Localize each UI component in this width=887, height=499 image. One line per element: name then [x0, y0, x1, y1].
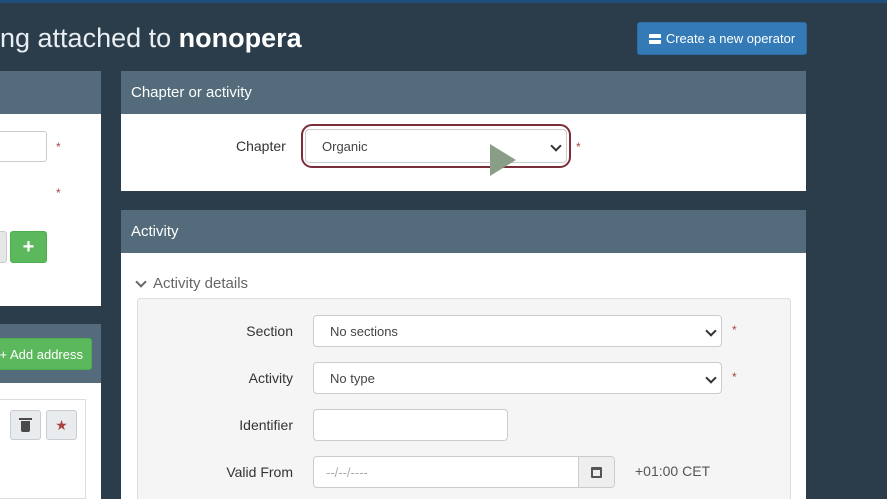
left-panel-header	[0, 71, 101, 114]
valid-from-date-input[interactable]: --/--/----	[313, 456, 615, 488]
favorite-address-button[interactable]: ★	[46, 410, 77, 440]
left-panel-input[interactable]	[0, 131, 47, 162]
chapter-panel-header: Chapter or activity	[121, 71, 806, 114]
activity-panel-header: Activity	[121, 210, 806, 253]
activity-details-toggle[interactable]: Activity details	[135, 275, 249, 292]
identifier-input[interactable]	[313, 409, 508, 441]
activity-panel-title: Activity	[131, 223, 179, 240]
chapter-select[interactable]: Organic	[305, 129, 567, 163]
delete-address-button[interactable]	[10, 410, 41, 440]
chevron-down-icon	[705, 325, 717, 337]
activity-select-value: No type	[330, 370, 375, 386]
chevron-down-icon	[135, 275, 147, 288]
left-panel-gray-button[interactable]	[0, 231, 7, 263]
create-operator-button[interactable]: Create a new operator	[637, 22, 807, 55]
calendar-button[interactable]	[578, 457, 614, 487]
section-select[interactable]: No sections	[313, 315, 722, 347]
top-accent-bar	[0, 0, 887, 3]
star-icon: ★	[55, 417, 68, 433]
calendar-icon	[591, 466, 602, 478]
activity-type-select[interactable]: No type	[313, 362, 722, 394]
valid-from-placeholder: --/--/----	[326, 464, 368, 480]
timezone-label: +01:00 CET	[635, 463, 711, 479]
chevron-down-icon	[705, 372, 717, 384]
page-title: ng attached to nonopera	[0, 23, 302, 53]
required-mark: *	[56, 140, 61, 154]
add-address-button[interactable]: + Add address	[0, 338, 92, 370]
section-select-value: No sections	[330, 323, 398, 339]
create-operator-label: Create a new operator	[665, 31, 796, 46]
add-item-button[interactable]: +	[10, 231, 47, 263]
operator-name: nonopera	[178, 23, 302, 53]
required-mark: *	[732, 323, 737, 337]
trash-icon	[19, 417, 32, 432]
chapter-panel-title: Chapter or activity	[131, 84, 252, 101]
mouse-cursor	[490, 144, 516, 176]
identifier-label: Identifier	[239, 417, 293, 433]
activity-details-label: Activity details	[153, 275, 249, 292]
required-mark: *	[576, 140, 581, 154]
card-icon	[648, 33, 661, 44]
section-label: Section	[246, 323, 293, 339]
required-mark: *	[732, 370, 737, 384]
valid-from-label: Valid From	[226, 464, 293, 480]
required-mark: *	[56, 186, 61, 200]
chevron-down-icon	[550, 140, 562, 152]
chapter-select-value: Organic	[322, 138, 368, 154]
activity-label: Activity	[248, 370, 293, 386]
chapter-label: Chapter	[236, 138, 286, 154]
